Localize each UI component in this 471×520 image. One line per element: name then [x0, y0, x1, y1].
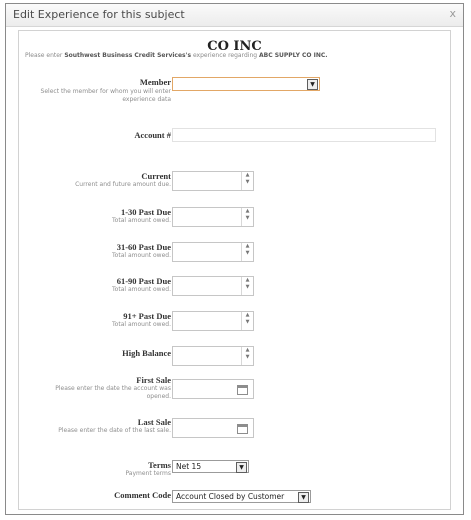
calendar-icon[interactable]	[237, 385, 248, 395]
last-sale-date-input[interactable]	[172, 418, 254, 438]
terms-value: Net 15	[176, 462, 202, 471]
past-due-31-60-input[interactable]: ▲ ▼	[172, 242, 254, 262]
past-due-91-plus-hint: Total amount owed.	[112, 321, 171, 328]
high-balance-input[interactable]: ▲ ▼	[172, 346, 254, 366]
calendar-icon[interactable]	[237, 424, 248, 434]
past-due-1-30-input[interactable]: ▲ ▼	[172, 207, 254, 227]
terms-hint: Payment terms	[125, 470, 171, 477]
intro-text: Please enter Southwest Business Credit S…	[25, 52, 328, 59]
member-select[interactable]: ▼	[172, 77, 320, 91]
close-icon[interactable]: x	[449, 7, 456, 20]
terms-label: Terms	[148, 460, 171, 470]
past-due-1-30-label: 1-30 Past Due	[120, 207, 171, 217]
past-due-91-plus-label: 91+ Past Due	[123, 311, 171, 321]
intro-middle: experience regarding	[192, 52, 258, 59]
past-due-61-90-input[interactable]: ▲ ▼	[172, 276, 254, 296]
edit-experience-dialog: Edit Experience for this subject x CO IN…	[5, 3, 464, 515]
first-sale-label: First Sale	[136, 375, 171, 385]
current-label: Current	[141, 171, 171, 181]
member-label: Member	[139, 77, 171, 87]
intro-subject: ABC SUPPLY CO INC.	[258, 52, 328, 59]
last-sale-label: Last Sale	[137, 417, 171, 427]
dialog-title: Edit Experience for this subject	[13, 8, 185, 21]
spinner-arrows-icon[interactable]: ▲ ▼	[241, 208, 253, 226]
spinner-arrows-icon[interactable]: ▲ ▼	[241, 172, 253, 190]
account-label: Account #	[134, 130, 171, 140]
first-sale-hint: Please enter the date the account was op…	[55, 385, 171, 400]
current-hint: Current and future amount due.	[75, 181, 171, 188]
intro-provider: Southwest Business Credit Services's	[64, 52, 192, 59]
comment-code-select[interactable]: Account Closed by Customer ▼	[172, 490, 311, 503]
past-due-1-30-hint: Total amount owed.	[112, 217, 171, 224]
spinner-arrows-icon[interactable]: ▲ ▼	[241, 312, 253, 330]
past-due-31-60-label: 31-60 Past Due	[116, 242, 171, 252]
past-due-61-90-hint: Total amount owed.	[112, 286, 171, 293]
spinner-arrows-icon[interactable]: ▲ ▼	[241, 277, 253, 295]
high-balance-label: High Balance	[122, 348, 171, 358]
dropdown-arrow-icon[interactable]: ▼	[307, 79, 318, 90]
past-due-61-90-label: 61-90 Past Due	[116, 276, 171, 286]
past-due-31-60-hint: Total amount owed.	[112, 252, 171, 259]
current-amount-input[interactable]: ▲ ▼	[172, 171, 254, 191]
comment-code-value: Account Closed by Customer	[176, 492, 285, 501]
experience-form: CO INC Please enter Southwest Business C…	[18, 30, 451, 510]
account-number-input[interactable]	[172, 128, 436, 142]
comment-code-label: Comment Code	[114, 490, 171, 500]
member-hint: Select the member for whom you will ente…	[40, 88, 171, 103]
dropdown-arrow-icon[interactable]: ▼	[236, 462, 247, 473]
spinner-arrows-icon[interactable]: ▲ ▼	[241, 347, 253, 365]
past-due-91-plus-input[interactable]: ▲ ▼	[172, 311, 254, 331]
intro-prefix: Please enter	[25, 52, 63, 59]
first-sale-date-input[interactable]	[172, 379, 254, 399]
terms-select[interactable]: Net 15 ▼	[172, 460, 249, 473]
dropdown-arrow-icon[interactable]: ▼	[298, 492, 309, 503]
last-sale-hint: Please enter the date of the last sale.	[58, 427, 171, 434]
spinner-arrows-icon[interactable]: ▲ ▼	[241, 243, 253, 261]
dialog-titlebar[interactable]: Edit Experience for this subject x	[6, 4, 463, 27]
